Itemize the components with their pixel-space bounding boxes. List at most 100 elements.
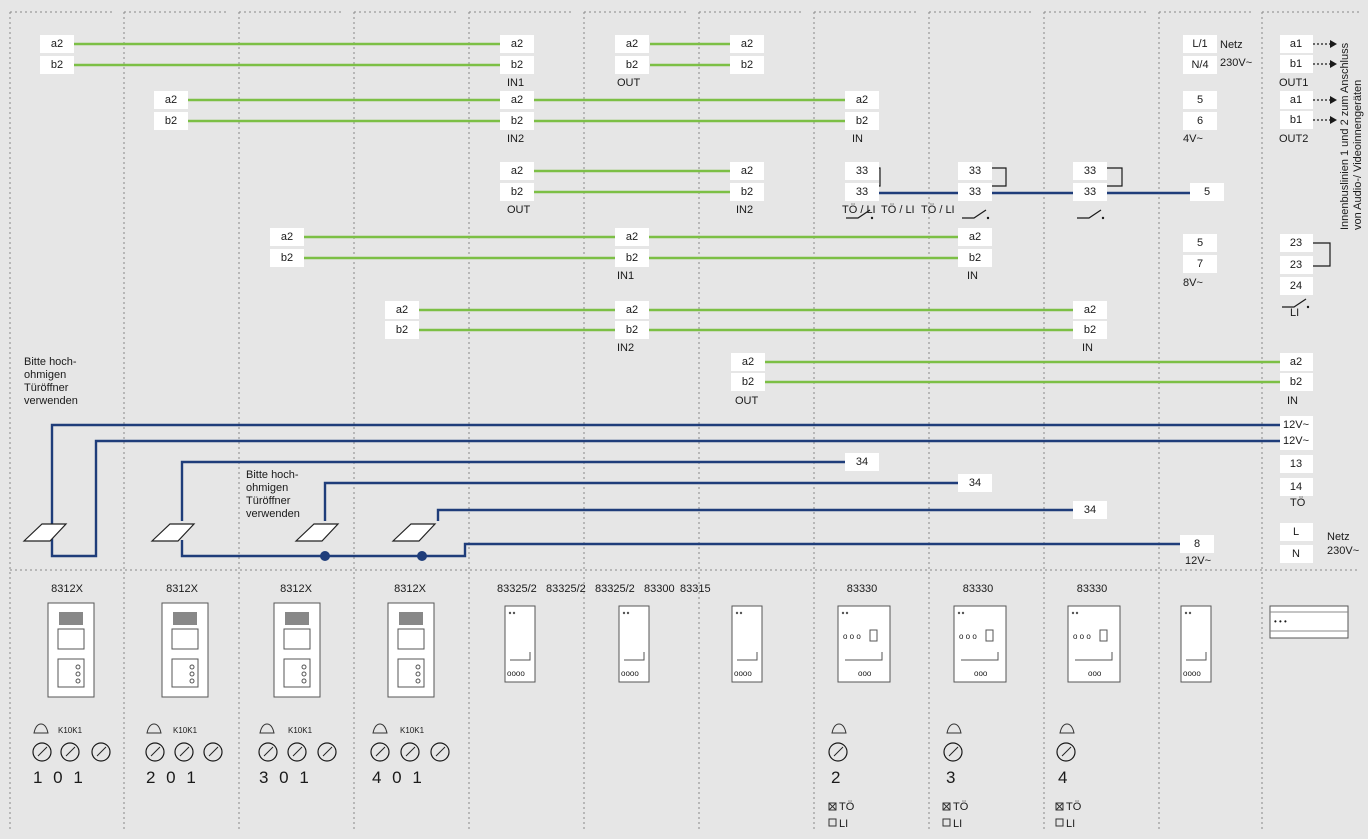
terminal-b2: b2	[281, 252, 293, 264]
door-station	[387, 602, 435, 698]
note-line: Bitte hoch-	[24, 356, 77, 368]
terminal-12v: 12V~	[1283, 435, 1309, 447]
indoor-bell-2: 2 TÖ LI	[828, 723, 855, 830]
terminal-b2: b2	[741, 186, 753, 198]
vertical-note-line: von Audio-/ Videoinnengeräten	[1352, 80, 1364, 230]
svg-text:oooo: oooo	[621, 669, 639, 678]
device-label: 8312X	[166, 583, 198, 595]
checkbox-label-li: LI	[1066, 818, 1075, 830]
terminal-a1: a1	[1290, 94, 1302, 106]
terminal-33: 33	[856, 186, 868, 198]
terminal-b2: b2	[511, 186, 523, 198]
door-station	[161, 602, 209, 698]
terminal-a2: a2	[51, 38, 63, 50]
terminal-a2: a2	[165, 94, 177, 106]
terminal-b2: b2	[1084, 324, 1096, 336]
terminal-33: 33	[1084, 165, 1096, 177]
label-in2: IN2	[507, 133, 524, 145]
checkbox-label-to: TÖ	[953, 801, 969, 813]
label-out: OUT	[735, 395, 759, 407]
label-out1: OUT1	[1279, 77, 1308, 89]
label-k10k1: K10K1	[288, 726, 313, 735]
terminal-a2: a2	[626, 38, 638, 50]
terminal-33: 33	[969, 186, 981, 198]
terminal-a2: a2	[626, 231, 638, 243]
svg-text:o o o: o o o	[959, 632, 977, 641]
terminal-b2: b2	[626, 59, 638, 71]
terminal-b2: b2	[396, 324, 408, 336]
label-in1: IN1	[617, 270, 634, 282]
terminal-b2: b2	[511, 59, 523, 71]
terminal-a2: a2	[741, 38, 753, 50]
vertical-note-line: Innenbuslinien 1 und 2 zum Anschluss	[1339, 42, 1351, 230]
terminal-34: 34	[1084, 504, 1096, 516]
terminal-b2: b2	[856, 115, 868, 127]
label-in2: IN2	[617, 342, 634, 354]
terminal-23: 23	[1290, 259, 1302, 271]
device-label: 8312X	[394, 583, 426, 595]
bell-panel-401: K10K1 4 0 1	[370, 723, 450, 787]
terminal-a2: a2	[511, 94, 523, 106]
label-out: OUT	[507, 204, 531, 216]
label-out2: OUT2	[1279, 133, 1308, 145]
terminal-l1: L/1	[1192, 38, 1207, 50]
label-netz: Netz	[1327, 531, 1350, 543]
label-4v: 4V~	[1183, 133, 1203, 145]
label-to-li: TÖ / LI	[881, 204, 915, 216]
terminal-7: 7	[1197, 258, 1203, 270]
terminal-a2: a2	[1084, 304, 1096, 316]
terminal-b2: b2	[626, 324, 638, 336]
din-module: oooo	[1180, 605, 1212, 683]
terminal-33: 33	[969, 165, 981, 177]
terminal-b2: b2	[1290, 376, 1302, 388]
note-mid: Bitte hoch- ohmigen Türöffner verwenden	[246, 469, 300, 520]
terminal-b2: b2	[626, 252, 638, 264]
terminal-b1: b1	[1290, 58, 1302, 70]
terminal-b2: b2	[969, 252, 981, 264]
device-label: 83315	[680, 583, 711, 595]
terminal-n: N	[1292, 548, 1300, 560]
terminal-5: 5	[1197, 94, 1203, 106]
note-left: Bitte hoch- ohmigen Türöffner verwenden	[24, 356, 78, 407]
checkbox-label-li: LI	[839, 818, 848, 830]
din-module: oooo	[618, 605, 650, 683]
device-labels: 8312X 8312X 8312X 8312X 83325/2 83325/2 …	[51, 583, 1107, 595]
terminal-b2: b2	[742, 376, 754, 388]
terminal-23: 23	[1290, 237, 1302, 249]
terminal-a2: a2	[1290, 356, 1302, 368]
label-to-li: TÖ / LI	[921, 204, 955, 216]
indoor-bell-3: 3 TÖ LI	[942, 723, 969, 830]
apartment-number: 2 0 1	[146, 768, 199, 787]
note-line: Türöffner	[246, 495, 291, 507]
note-line: Türöffner	[24, 382, 69, 394]
device-label: 83325/2	[595, 583, 635, 595]
terminal-5: 5	[1197, 237, 1203, 249]
device-label: 8312X	[280, 583, 312, 595]
device-label: 8312X	[51, 583, 83, 595]
svg-text:oooo: oooo	[734, 669, 752, 678]
door-station	[273, 602, 321, 698]
terminal-a2: a2	[741, 165, 753, 177]
checkbox-label-li: LI	[953, 818, 962, 830]
terminal-13: 13	[1290, 458, 1302, 470]
device-label: 83330	[847, 583, 878, 595]
terminal-b2: b2	[741, 59, 753, 71]
din-module: oooo	[504, 605, 536, 683]
label-in: IN	[967, 270, 978, 282]
terminal-l: L	[1293, 526, 1299, 538]
junction-dot	[417, 551, 427, 561]
svg-text:o o o: o o o	[1073, 632, 1091, 641]
power-supply-module: • • •	[1269, 605, 1349, 639]
terminal-a1: a1	[1290, 38, 1302, 50]
terminal-a2: a2	[856, 94, 868, 106]
indoor-number: 2	[831, 768, 843, 787]
svg-text:ooo: ooo	[974, 669, 988, 678]
indoor-bell-4: 4 TÖ LI	[1055, 723, 1082, 830]
apartment-number: 4 0 1	[372, 768, 425, 787]
bell-panel-101: K10K1 1 0 1	[32, 723, 111, 787]
junction-dot	[320, 551, 330, 561]
svg-text:o o o: o o o	[843, 632, 861, 641]
terminal-a2: a2	[396, 304, 408, 316]
label-in2: IN2	[736, 204, 753, 216]
label-in1: IN1	[507, 77, 524, 89]
